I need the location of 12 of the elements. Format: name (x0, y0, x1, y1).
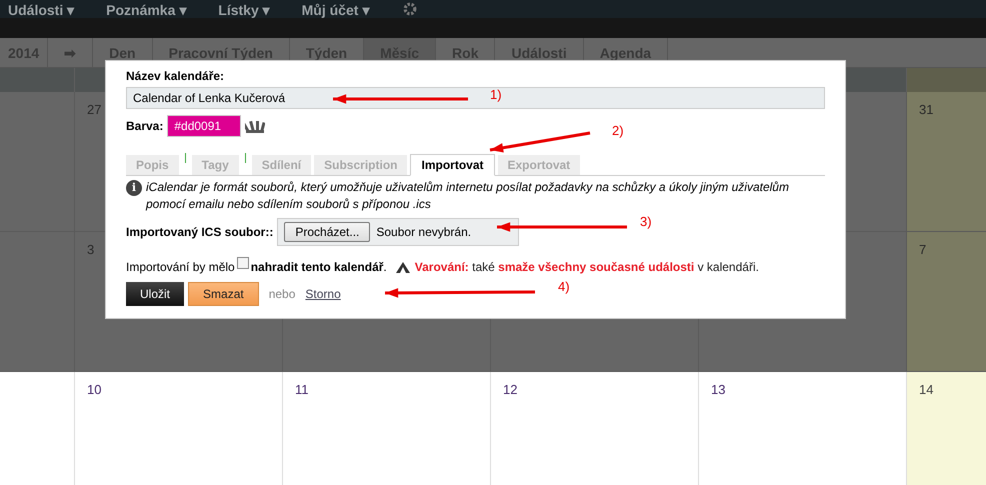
annotation-label: 3) (640, 213, 652, 231)
info-icon: i (126, 180, 142, 196)
field-label: Barva: (126, 118, 164, 135)
period-text: . (383, 259, 387, 276)
file-status: Soubor nevybrán. (376, 224, 472, 241)
annotation-label: 2) (612, 122, 624, 140)
info-text: iCalendar je formát souborů, který umožňuje uživatelům internetu posílat požadavky na schůzky a úkoly jiným uživatelům pomocí emailu nebo sdílením souborů s příponou .ics (146, 179, 790, 213)
annotation-label: 4) (558, 278, 570, 296)
replace-text: Importování by mělo (126, 259, 235, 276)
warning-text: Varování: také smaže všechny současné události v kalendáři. (414, 259, 759, 276)
field-label: Název kalendáře: (126, 68, 226, 85)
annotation-label: 1) (490, 86, 502, 104)
